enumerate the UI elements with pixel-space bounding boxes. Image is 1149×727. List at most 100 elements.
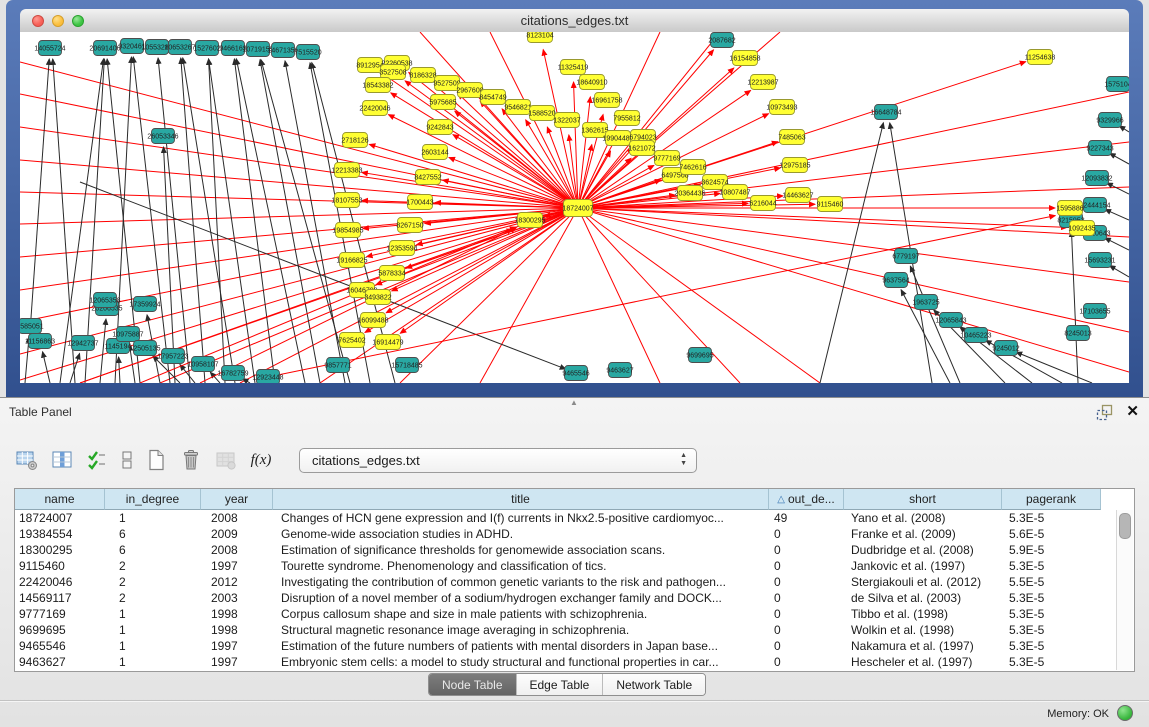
node-label: 8912954 bbox=[356, 62, 383, 69]
table-cell: 5.3E-5 bbox=[1002, 639, 1101, 653]
table-cell: 1997 bbox=[201, 655, 273, 669]
column-header-short[interactable]: short bbox=[844, 489, 1002, 510]
table-row[interactable]: 946362711997Embryonic stem cells: a mode… bbox=[15, 654, 1134, 670]
table-cell: 2 bbox=[105, 559, 201, 573]
node-label: 11254638 bbox=[1025, 54, 1056, 61]
table-row[interactable]: 977716911998Corpus callosum shape and si… bbox=[15, 606, 1134, 622]
table-cell: 18724007 bbox=[15, 511, 105, 525]
close-panel-icon[interactable]: ✕ bbox=[1126, 402, 1139, 420]
tab-node-table[interactable]: Node Table bbox=[429, 674, 516, 695]
network-window-titlebar[interactable]: citations_edges.txt bbox=[20, 9, 1129, 33]
node-label: 17359924 bbox=[129, 301, 160, 308]
table-row[interactable]: 1938455462009Genome-wide association stu… bbox=[15, 526, 1134, 542]
table-row[interactable]: 1830029562008Estimation of significance … bbox=[15, 542, 1134, 558]
table-cell: 2009 bbox=[201, 527, 273, 541]
node-label: 6779197 bbox=[892, 253, 919, 260]
node-label: 14463627 bbox=[782, 192, 813, 199]
float-panel-icon[interactable] bbox=[1096, 404, 1113, 421]
column-header-title[interactable]: title bbox=[273, 489, 769, 510]
node-label: 16961758 bbox=[591, 97, 622, 104]
table-cell: Estimation of the future numbers of pati… bbox=[273, 639, 769, 653]
column-header-pagerank[interactable]: pagerank bbox=[1002, 489, 1101, 510]
node-label: 2087682 bbox=[708, 37, 735, 44]
table-cell: 0 bbox=[769, 655, 844, 669]
black-edge bbox=[53, 59, 75, 383]
node-label: 7625402 bbox=[338, 337, 365, 344]
node-label: 9857771 bbox=[324, 362, 351, 369]
node-label: 8267150 bbox=[396, 222, 423, 229]
table-cell: 1997 bbox=[201, 559, 273, 573]
table-vertical-scrollbar[interactable] bbox=[1116, 510, 1133, 670]
table-cell: 6 bbox=[105, 527, 201, 541]
node-label: 5975685 bbox=[429, 99, 456, 106]
node-label: 12213987 bbox=[747, 79, 778, 86]
node-label: 6216044 bbox=[749, 200, 776, 207]
table-cell: 1998 bbox=[201, 607, 273, 621]
column-header-year[interactable]: year bbox=[201, 489, 273, 510]
memory-status-indicator[interactable] bbox=[1117, 705, 1133, 721]
table-tabs: Node TableEdge TableNetwork Table bbox=[428, 673, 706, 696]
red-edge bbox=[369, 144, 578, 208]
table-cell: 5.3E-5 bbox=[1002, 655, 1101, 669]
table-cell: 5.3E-5 bbox=[1002, 607, 1101, 621]
table-cell: 0 bbox=[769, 607, 844, 621]
node-label: 9699695 bbox=[686, 352, 713, 359]
red-edge bbox=[20, 208, 578, 257]
tab-network-table[interactable]: Network Table bbox=[602, 674, 705, 695]
black-edge bbox=[236, 59, 305, 383]
table-settings-icon[interactable] bbox=[14, 446, 40, 474]
application-window: citations_edges.txt 14055724206914069320… bbox=[0, 0, 1149, 727]
node-label: 10958107 bbox=[187, 361, 218, 368]
table-cell: Investigating the contribution of common… bbox=[273, 575, 769, 589]
node-label: 3527508 bbox=[379, 69, 406, 76]
fx-label: f(x) bbox=[251, 452, 272, 469]
table-row[interactable]: 969969511998Structural magnetic resonanc… bbox=[15, 622, 1134, 638]
table-row[interactable]: 911546021997Tourette syndrome. Phenomeno… bbox=[15, 558, 1134, 574]
table-toolbar: f(x) citations_edges.txt ▲▼ bbox=[14, 442, 697, 478]
node-label: 2718126 bbox=[341, 137, 368, 144]
network-canvas-svg: 1405572420691406932046110553287106532671… bbox=[20, 32, 1129, 383]
node-label: 7515520 bbox=[294, 49, 321, 56]
table-dropdown-value: citations_edges.txt bbox=[312, 453, 420, 468]
node-label: 7485063 bbox=[778, 134, 805, 141]
table-dropdown[interactable]: citations_edges.txt ▲▼ bbox=[299, 448, 697, 473]
scrollbar-thumb[interactable] bbox=[1119, 513, 1131, 539]
select-rows-icon[interactable] bbox=[84, 446, 110, 474]
tab-edge-table[interactable]: Edge Table bbox=[516, 674, 603, 695]
node-label: 1575104 bbox=[1104, 81, 1129, 88]
function-builder-icon[interactable]: f(x) bbox=[248, 446, 274, 474]
column-header-in_degree[interactable]: in_degree bbox=[105, 489, 201, 510]
table-cell: 0 bbox=[769, 559, 844, 573]
table-cell: 1 bbox=[105, 655, 201, 669]
node-label: 18724007 bbox=[562, 205, 593, 212]
table-row[interactable]: 1872400712008Changes of HCN gene express… bbox=[15, 510, 1134, 526]
table-cell: Genome-wide association studies in ADHD. bbox=[273, 527, 769, 541]
table-cell: 1 bbox=[105, 607, 201, 621]
black-edge bbox=[181, 58, 205, 383]
network-canvas[interactable]: 1405572420691406932046110553287106532671… bbox=[20, 32, 1129, 383]
delete-icon[interactable] bbox=[178, 446, 204, 474]
node-label: 1585051 bbox=[20, 323, 44, 330]
column-icon[interactable] bbox=[49, 446, 75, 474]
table-body: 1872400712008Changes of HCN gene express… bbox=[15, 510, 1134, 670]
table-row[interactable]: 946554611997Estimation of the future num… bbox=[15, 638, 1134, 654]
node-label: 22420046 bbox=[359, 105, 390, 112]
column-header-name[interactable]: name bbox=[15, 489, 105, 510]
new-document-icon[interactable] bbox=[143, 446, 169, 474]
table-row[interactable]: 1456911722003Disruption of a novel membe… bbox=[15, 590, 1134, 606]
panel-resize-grip[interactable]: ▲ bbox=[570, 398, 578, 407]
table-panel-header: Table Panel ▲ ✕ bbox=[0, 398, 1149, 426]
table-cell: 0 bbox=[769, 639, 844, 653]
node-label: 12444154 bbox=[1079, 202, 1110, 209]
column-header-out_de[interactable]: △out_de... bbox=[769, 489, 844, 510]
red-edge bbox=[578, 32, 720, 208]
node-label: 18543382 bbox=[362, 82, 393, 89]
import-table-icon[interactable] bbox=[213, 446, 239, 474]
table-cell: Stergiakouli et al. (2012) bbox=[844, 575, 1002, 589]
red-edge bbox=[400, 208, 578, 383]
table-row[interactable]: 2242004622012Investigating the contribut… bbox=[15, 574, 1134, 590]
rows-icon[interactable] bbox=[119, 446, 134, 474]
red-edge bbox=[578, 145, 592, 208]
black-edge bbox=[1110, 153, 1129, 164]
node-table: namein_degreeyeartitle△out_de...shortpag… bbox=[14, 488, 1135, 672]
